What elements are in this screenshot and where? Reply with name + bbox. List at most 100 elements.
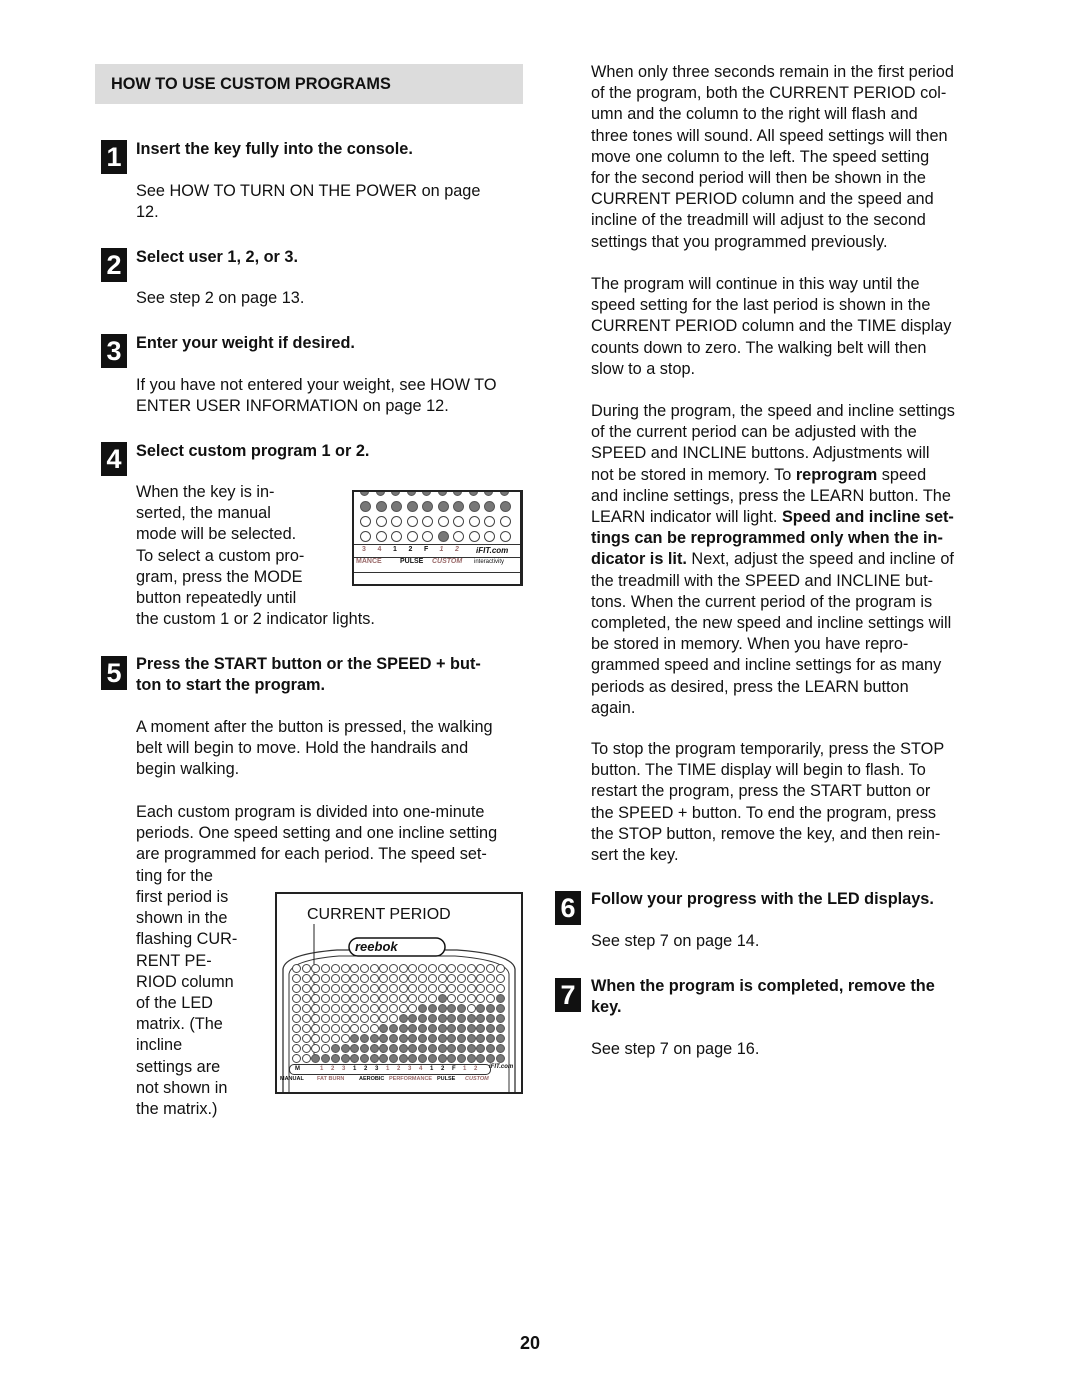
current-period-paragraph: first period is shown in the flashing CU…	[136, 887, 237, 1120]
led-lit	[369, 1034, 379, 1043]
program-group-label: CUSTOM	[465, 1076, 489, 1082]
led-lit	[437, 994, 447, 1003]
text-line: CURRENT PERIOD column and the speed and	[591, 190, 934, 209]
led-lit	[466, 1044, 476, 1053]
text-line: incline of the treadmill will adjust to …	[591, 211, 926, 230]
bold-text: dicator is lit.	[591, 550, 687, 569]
led	[340, 1034, 350, 1043]
led-lit	[389, 1054, 398, 1063]
label-pulse: PULSE	[400, 558, 424, 565]
led	[422, 492, 431, 496]
bold-text: Speed and incline set-	[781, 508, 954, 527]
step-1-body: See HOW TO TURN ON THE POWER on page 12.	[136, 181, 480, 223]
led-lit	[389, 1034, 398, 1043]
led	[301, 964, 311, 973]
step-7-title: When the program is completed, remove th…	[591, 976, 935, 1018]
reebok-logo: reebok	[355, 939, 398, 954]
led	[456, 964, 466, 973]
text-span: completed, the new speed and incline set…	[591, 614, 952, 633]
step-7-body: See step 7 on page 16.	[591, 1040, 760, 1058]
text-line: move one column to the left. The speed s…	[591, 147, 930, 166]
led	[499, 516, 511, 527]
led-lit	[427, 1054, 437, 1063]
led	[330, 974, 340, 983]
program-index: M	[295, 1066, 300, 1072]
led	[495, 974, 505, 983]
led	[468, 516, 480, 527]
led-lit	[486, 1034, 495, 1043]
led-lit	[486, 1054, 495, 1063]
led-lit	[437, 1024, 447, 1033]
led	[391, 531, 402, 542]
led-lit	[495, 994, 505, 1003]
led	[292, 1034, 301, 1043]
led-lit	[391, 501, 402, 512]
led	[486, 964, 495, 973]
step-3-badge: 3	[101, 334, 127, 368]
led-lit	[456, 1014, 466, 1023]
text-line: of the current period can be adjusted wi…	[591, 422, 955, 443]
led	[375, 516, 387, 527]
step-5-title: Press the START button or the SPEED + bu…	[136, 654, 481, 696]
led	[398, 984, 408, 993]
text-line: mode will be selected.	[136, 525, 297, 544]
text-line: slow to a stop.	[591, 359, 696, 378]
led-lit	[484, 501, 495, 512]
text-line: SPEED and INCLINE buttons. Adjustments w…	[591, 443, 955, 464]
led	[389, 984, 398, 993]
led	[301, 1014, 311, 1023]
led	[359, 1024, 369, 1033]
program-index: 2	[397, 1066, 401, 1072]
led	[330, 994, 340, 1003]
led	[389, 964, 398, 973]
step-4-badge: 4	[101, 442, 127, 476]
text-line: not shown in	[136, 1078, 228, 1097]
led	[484, 516, 495, 527]
text-line: ENTER USER INFORMATION on page 12.	[136, 397, 449, 416]
led	[340, 964, 350, 973]
led	[406, 516, 418, 527]
led-lit	[437, 1054, 447, 1063]
led	[466, 964, 476, 973]
program-index: 2	[455, 546, 459, 553]
led	[359, 984, 369, 993]
led-lit	[369, 1054, 379, 1063]
led	[437, 516, 449, 527]
led	[456, 994, 466, 1003]
led-lit	[437, 501, 449, 512]
text-line: flashing CUR-	[136, 930, 238, 949]
led-lit	[495, 1004, 505, 1013]
text-line: The program will continue in this way un…	[591, 275, 920, 293]
led	[486, 994, 495, 1003]
text-line: three tones will sound. All speed settin…	[591, 126, 948, 145]
led	[437, 974, 447, 983]
program-index: 1	[386, 1066, 390, 1072]
text-span: LEARN indicator will light.	[591, 508, 782, 527]
text-line: When the program is completed, remove th…	[591, 977, 935, 995]
led	[292, 984, 301, 993]
text-line: periods. One speed setting and one incli…	[136, 824, 498, 843]
text-line: See HOW TO TURN ON THE POWER on page	[136, 182, 481, 200]
program-index: 2	[408, 546, 413, 553]
step-2-body: See step 2 on page 13.	[136, 289, 305, 307]
led	[499, 531, 511, 542]
text-line: 12.	[136, 203, 159, 222]
label-performance: MANCE	[356, 558, 382, 565]
led	[389, 1014, 398, 1023]
text-line: Each custom program is divided into one-…	[136, 803, 485, 821]
text-line: When only three seconds remain in the fi…	[591, 63, 954, 81]
led-lit	[499, 501, 511, 512]
text-line: the custom 1 or 2 indicator lights.	[136, 610, 375, 629]
led-lit	[437, 1044, 447, 1053]
text-line: of the program, both the CURRENT PERIOD …	[591, 84, 947, 103]
led-lit	[466, 1034, 476, 1043]
led	[292, 1044, 301, 1053]
led	[369, 974, 379, 983]
text-line: counts down to zero. The walking belt wi…	[591, 338, 927, 357]
label-custom: CUSTOM	[432, 558, 463, 565]
led	[292, 1014, 301, 1023]
led	[359, 964, 369, 973]
text-line: ton to start the program.	[136, 676, 326, 695]
led	[359, 994, 369, 1003]
led-lit	[466, 1054, 476, 1063]
